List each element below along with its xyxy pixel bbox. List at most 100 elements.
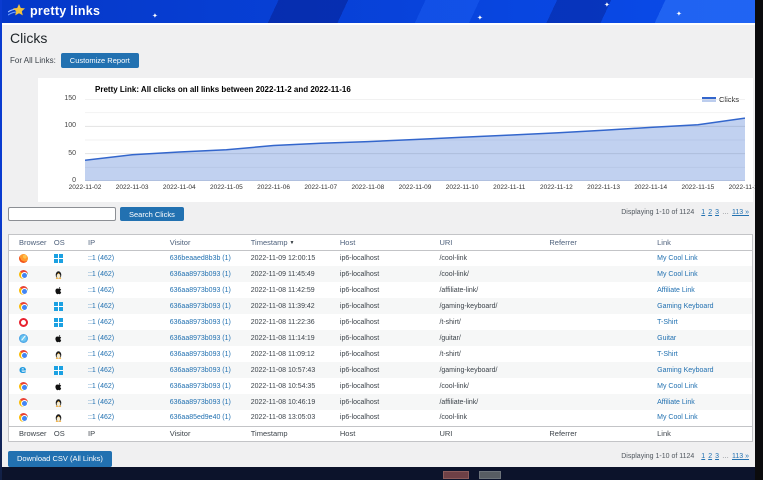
cell-ip-link[interactable]: ::1 (462) xyxy=(88,367,114,374)
cell-link-link[interactable]: Gaming Keyboard xyxy=(657,367,713,374)
column-header-browser[interactable]: Browser xyxy=(9,426,50,441)
cell-visitor-link[interactable]: 636aa8973b093 (1) xyxy=(170,335,231,342)
cell-link: My Cool Link xyxy=(653,266,752,282)
x-tick-label: 2022-11-08 xyxy=(351,184,384,191)
cell-ip: ::1 (462) xyxy=(84,298,166,314)
column-header-uri[interactable]: URI xyxy=(435,426,545,441)
column-header-ip[interactable]: IP xyxy=(84,235,166,250)
column-header-os[interactable]: OS xyxy=(50,235,84,250)
cell-link-link[interactable]: My Cool Link xyxy=(657,414,697,421)
page-link-last[interactable]: 113 » xyxy=(732,209,749,216)
x-tick-label: 2022-11-02 xyxy=(69,184,102,191)
page-link-last[interactable]: 113 » xyxy=(732,453,749,460)
cell-ip-link[interactable]: ::1 (462) xyxy=(88,255,114,262)
cell-timestamp: 2022-11-08 11:14:19 xyxy=(247,330,336,346)
page-link-3[interactable]: 3 xyxy=(715,453,719,460)
cell-ip-link[interactable]: ::1 (462) xyxy=(88,399,114,406)
bottom-taskbar-strip xyxy=(0,467,763,480)
cell-ip-link[interactable]: ::1 (462) xyxy=(88,383,114,390)
cell-referrer xyxy=(545,266,653,282)
column-header-browser[interactable]: Browser xyxy=(9,235,50,250)
cell-link-link[interactable]: Affiliate Link xyxy=(657,399,695,406)
column-header-link[interactable]: Link xyxy=(653,235,752,250)
cell-referrer xyxy=(545,410,653,426)
cell-link-link[interactable]: T-Shirt xyxy=(657,351,678,358)
column-header-referrer[interactable]: Referrer xyxy=(545,235,653,250)
cell-uri: /cool-link/ xyxy=(435,266,545,282)
cell-link-link[interactable]: My Cool Link xyxy=(657,255,697,262)
page-link-1[interactable]: 1 xyxy=(701,453,705,460)
column-header-timestamp[interactable]: Timestamp▼ xyxy=(247,235,336,250)
column-header-host[interactable]: Host xyxy=(336,235,436,250)
cell-ip: ::1 (462) xyxy=(84,250,166,266)
cell-visitor-link[interactable]: 636aa85ed9e40 (1) xyxy=(170,414,231,421)
cell-link: T-Shirt xyxy=(653,314,752,330)
cell-uri: /cool-link/ xyxy=(435,378,545,394)
column-header-visitor[interactable]: Visitor xyxy=(166,426,247,441)
cell-visitor-link[interactable]: 636aa8973b093 (1) xyxy=(170,351,231,358)
linux-icon xyxy=(54,398,63,407)
cell-link-link[interactable]: Gaming Keyboard xyxy=(657,303,713,310)
cell-os xyxy=(50,266,84,282)
cell-visitor-link[interactable]: 636aa8973b093 (1) xyxy=(170,367,231,374)
logo-star-icon xyxy=(8,3,26,19)
pretty-links-clicks-page: pretty links ✦ ✦ ✦ ✦ Clicks For All Link… xyxy=(0,0,763,480)
cell-link-link[interactable]: Guitar xyxy=(657,335,676,342)
chrome-icon xyxy=(19,398,28,407)
column-header-link[interactable]: Link xyxy=(653,426,752,441)
cell-timestamp: 2022-11-08 11:42:59 xyxy=(247,282,336,298)
cell-ip-link[interactable]: ::1 (462) xyxy=(88,351,114,358)
taskbar-item xyxy=(479,471,501,479)
cell-visitor-link[interactable]: 636aa8973b093 (1) xyxy=(170,287,231,294)
cell-ip: ::1 (462) xyxy=(84,266,166,282)
column-header-os[interactable]: OS xyxy=(50,426,84,441)
cell-link-link[interactable]: T-Shirt xyxy=(657,319,678,326)
logo-text: pretty links xyxy=(30,4,100,18)
column-header-ip[interactable]: IP xyxy=(84,426,166,441)
cell-visitor-link[interactable]: 636beaaed8b3b (1) xyxy=(170,255,231,262)
table-row: ::1 (462)636aa8973b093 (1)2022-11-08 10:… xyxy=(9,362,752,378)
tablenav-bottom: Download CSV (All Links) Displaying 1-10… xyxy=(8,448,753,466)
x-tick-label: 2022-11-15 xyxy=(681,184,714,191)
cell-ip-link[interactable]: ::1 (462) xyxy=(88,319,114,326)
page-link-1[interactable]: 1 xyxy=(701,209,705,216)
cell-link-link[interactable]: Affiliate Link xyxy=(657,287,695,294)
cell-visitor-link[interactable]: 636aa8973b093 (1) xyxy=(170,319,231,326)
customize-report-button[interactable]: Customize Report xyxy=(61,53,139,68)
page-link-3[interactable]: 3 xyxy=(715,209,719,216)
column-header-uri[interactable]: URI xyxy=(435,235,545,250)
cell-visitor-link[interactable]: 636aa8973b093 (1) xyxy=(170,271,231,278)
column-header-host[interactable]: Host xyxy=(336,426,436,441)
filter-label: For All Links: xyxy=(10,56,56,65)
y-tick-label: 150 xyxy=(64,95,76,102)
column-header-referrer[interactable]: Referrer xyxy=(545,426,653,441)
column-header-timestamp[interactable]: Timestamp xyxy=(247,426,336,441)
cell-host: ip6-localhost xyxy=(336,330,436,346)
cell-link-link[interactable]: My Cool Link xyxy=(657,383,697,390)
y-tick-label: 50 xyxy=(68,150,76,157)
chrome-icon xyxy=(19,302,28,311)
column-header-visitor[interactable]: Visitor xyxy=(166,235,247,250)
cell-visitor-link[interactable]: 636aa8973b093 (1) xyxy=(170,303,231,310)
cell-ip: ::1 (462) xyxy=(84,282,166,298)
search-clicks-button[interactable]: Search Clicks xyxy=(120,207,184,221)
opera-icon xyxy=(19,318,28,327)
cell-ip-link[interactable]: ::1 (462) xyxy=(88,287,114,294)
chart-y-axis: 150100500 xyxy=(38,99,80,181)
cell-timestamp: 2022-11-09 12:00:15 xyxy=(247,250,336,266)
cell-ip-link[interactable]: ::1 (462) xyxy=(88,303,114,310)
search-input[interactable] xyxy=(8,207,116,221)
cell-link: Affiliate Link xyxy=(653,394,752,410)
download-csv-button[interactable]: Download CSV (All Links) xyxy=(8,451,112,467)
cell-ip-link[interactable]: ::1 (462) xyxy=(88,271,114,278)
cell-visitor-link[interactable]: 636aa8973b093 (1) xyxy=(170,383,231,390)
cell-host: ip6-localhost xyxy=(336,362,436,378)
cell-ip: ::1 (462) xyxy=(84,410,166,426)
page-link-2[interactable]: 2 xyxy=(708,453,712,460)
x-tick-label: 2022-11-03 xyxy=(116,184,149,191)
cell-link-link[interactable]: My Cool Link xyxy=(657,271,697,278)
cell-visitor-link[interactable]: 636aa8973b093 (1) xyxy=(170,399,231,406)
page-link-2[interactable]: 2 xyxy=(708,209,712,216)
cell-ip-link[interactable]: ::1 (462) xyxy=(88,414,114,421)
cell-ip-link[interactable]: ::1 (462) xyxy=(88,335,114,342)
